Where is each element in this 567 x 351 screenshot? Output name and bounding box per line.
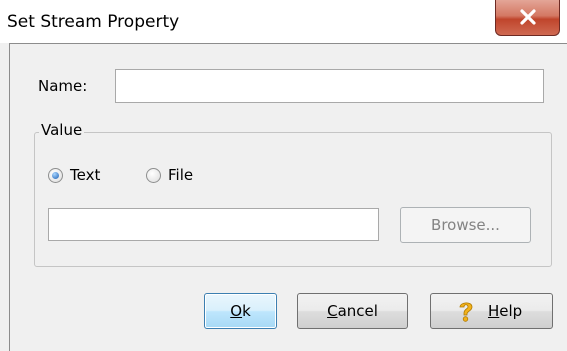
name-label: Name: — [38, 77, 88, 95]
help-label: Help — [488, 294, 522, 328]
ok-mnemonic: O — [230, 302, 243, 320]
dialog-window: Set Stream Property Name: Value Text Fil… — [0, 0, 567, 351]
help-button[interactable]: Help — [430, 293, 553, 329]
radio-selected-dot — [52, 172, 59, 179]
ok-button[interactable]: Ok — [204, 293, 277, 329]
close-button[interactable] — [495, 0, 560, 36]
value-group-label: Value — [39, 121, 85, 139]
value-field[interactable] — [48, 208, 379, 241]
browse-button: Browse... — [400, 207, 531, 243]
cancel-button[interactable]: Cancel — [297, 293, 408, 329]
file-radio[interactable] — [146, 168, 161, 183]
text-radio-label[interactable]: Text — [70, 166, 100, 184]
value-groupbox — [34, 132, 552, 267]
cancel-label-rest: ancel — [337, 302, 378, 320]
help-label-rest: elp — [499, 302, 523, 320]
ok-label-rest: k — [242, 302, 251, 320]
text-radio[interactable] — [48, 168, 63, 183]
window-title: Set Stream Property — [7, 12, 180, 32]
close-icon — [520, 9, 536, 25]
name-field[interactable] — [115, 69, 544, 103]
question-mark-icon — [459, 302, 473, 322]
help-mnemonic: H — [488, 302, 500, 320]
title-bar: Set Stream Property — [0, 0, 567, 43]
file-radio-label[interactable]: File — [168, 166, 193, 184]
cancel-mnemonic: C — [327, 302, 338, 320]
